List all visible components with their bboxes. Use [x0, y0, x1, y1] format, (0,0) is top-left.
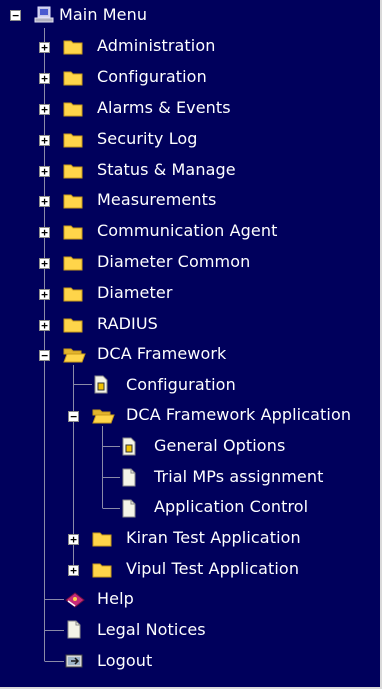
folder-icon: [63, 318, 83, 333]
config-page-icon: [94, 375, 108, 394]
tree-item-application-control[interactable]: Application Control: [154, 497, 308, 517]
tree-item-vipul-test-application[interactable]: Vipul Test Application: [126, 559, 299, 579]
page-icon: [122, 499, 136, 518]
tree-item-radius[interactable]: RADIUS: [97, 314, 158, 334]
tree-item-administration[interactable]: Administration: [97, 36, 215, 56]
main-menu-tree: − Main Menu + Administration + Configura…: [0, 0, 382, 689]
tree-item-kiran-test-application[interactable]: Kiran Test Application: [126, 528, 301, 548]
folder-icon: [63, 225, 83, 240]
expand-toggle-diameter-common[interactable]: +: [39, 258, 50, 269]
expand-toggle-configuration[interactable]: +: [39, 73, 50, 84]
folder-icon: [63, 164, 83, 179]
expand-toggle-measurements[interactable]: +: [39, 196, 50, 207]
folder-icon: [63, 287, 83, 302]
collapse-toggle-dca-framework[interactable]: −: [39, 350, 50, 361]
expand-toggle-radius[interactable]: +: [39, 320, 50, 331]
logout-icon: [65, 654, 83, 668]
expand-toggle-security-log[interactable]: +: [39, 135, 50, 146]
tree-item-diameter[interactable]: Diameter: [97, 283, 173, 303]
page-icon: [122, 468, 136, 487]
tree-item-status-manage[interactable]: Status & Manage: [97, 160, 236, 180]
folder-icon: [63, 102, 83, 117]
folder-icon: [63, 256, 83, 271]
tree-item-dca-configuration[interactable]: Configuration: [126, 375, 236, 395]
open-folder-icon: [63, 348, 86, 363]
folder-icon: [92, 563, 112, 578]
tree-item-general-options[interactable]: General Options: [154, 436, 285, 456]
folder-icon: [92, 532, 112, 547]
expand-toggle-administration[interactable]: +: [39, 42, 50, 53]
tree-item-security-log[interactable]: Security Log: [97, 129, 198, 149]
tree-item-diameter-common[interactable]: Diameter Common: [97, 252, 250, 272]
folder-icon: [63, 40, 83, 55]
collapse-toggle-main-menu[interactable]: −: [10, 10, 21, 21]
tree-item-communication-agent[interactable]: Communication Agent: [97, 221, 277, 241]
tree-item-trial-mps-assignment[interactable]: Trial MPs assignment: [154, 467, 323, 487]
tree-label-main-menu[interactable]: Main Menu: [59, 5, 147, 25]
computer-icon: [34, 6, 54, 23]
config-page-icon: [122, 437, 136, 456]
help-book-icon: [65, 592, 85, 608]
expand-toggle-communication-agent[interactable]: +: [39, 227, 50, 238]
tree-item-dca-framework-application[interactable]: DCA Framework Application: [126, 405, 351, 425]
open-folder-icon: [92, 409, 115, 424]
tree-item-logout[interactable]: Logout: [97, 651, 152, 671]
folder-icon: [63, 194, 83, 209]
folder-icon: [63, 71, 83, 86]
tree-item-configuration[interactable]: Configuration: [97, 67, 207, 87]
expand-toggle-alarms-events[interactable]: +: [39, 104, 50, 115]
expand-toggle-vipul-test-application[interactable]: +: [68, 565, 79, 576]
tree-item-legal-notices[interactable]: Legal Notices: [97, 620, 206, 640]
tree-item-dca-framework[interactable]: DCA Framework: [97, 344, 226, 364]
expand-toggle-kiran-test-application[interactable]: +: [68, 534, 79, 545]
expand-toggle-diameter[interactable]: +: [39, 289, 50, 300]
expand-toggle-status-manage[interactable]: +: [39, 166, 50, 177]
tree-item-help[interactable]: Help: [97, 589, 134, 609]
collapse-toggle-dca-framework-application[interactable]: −: [68, 411, 79, 422]
tree-item-measurements[interactable]: Measurements: [97, 190, 216, 210]
folder-icon: [63, 133, 83, 148]
tree-item-alarms-events[interactable]: Alarms & Events: [97, 98, 231, 118]
page-icon: [67, 620, 81, 639]
